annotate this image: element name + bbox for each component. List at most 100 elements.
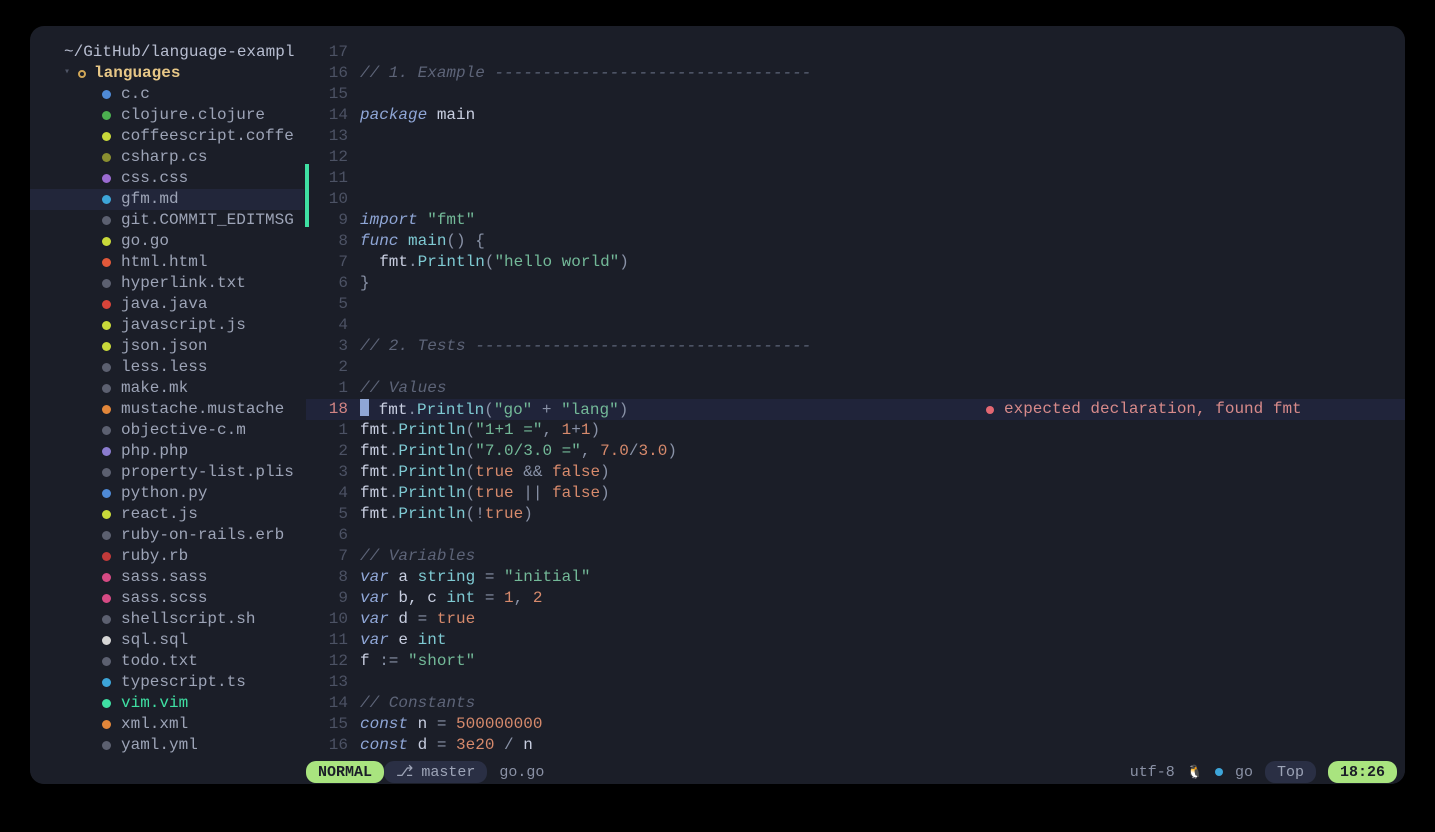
- code-line[interactable]: 16// 1. Example ------------------------…: [306, 63, 1405, 84]
- file-tree-item[interactable]: c.c: [30, 84, 304, 105]
- line-number: 1: [306, 378, 360, 399]
- file-tree-item[interactable]: json.json: [30, 336, 304, 357]
- code-line[interactable]: 1fmt.Println("1+1 =", 1+1): [306, 420, 1405, 441]
- file-tree-item-label: html.html: [121, 252, 207, 273]
- code-line[interactable]: 7// Variables: [306, 546, 1405, 567]
- file-type-dot-icon: [102, 300, 111, 309]
- code-line[interactable]: 14// Constants: [306, 693, 1405, 714]
- file-type-dot-icon: [102, 678, 111, 687]
- file-tree-item[interactable]: property-list.plis: [30, 462, 304, 483]
- code-line[interactable]: 13: [306, 672, 1405, 693]
- file-tree-item[interactable]: html.html: [30, 252, 304, 273]
- file-type-dot-icon: [102, 342, 111, 351]
- line-number: 12: [306, 147, 360, 168]
- error-dot-icon: [986, 406, 994, 414]
- code-line[interactable]: 15: [306, 84, 1405, 105]
- file-tree-item[interactable]: hyperlink.txt: [30, 273, 304, 294]
- sidebar-path: ~/GitHub/language-exampl: [30, 42, 304, 63]
- file-tree-item[interactable]: java.java: [30, 294, 304, 315]
- code-line[interactable]: 11var e int: [306, 630, 1405, 651]
- file-tree-item[interactable]: todo.txt: [30, 651, 304, 672]
- tree-root[interactable]: ▾ languages: [30, 63, 304, 84]
- file-tree-item[interactable]: typescript.ts: [30, 672, 304, 693]
- file-tree-item[interactable]: ruby-on-rails.erb: [30, 525, 304, 546]
- file-tree-item-label: sql.sql: [121, 630, 188, 651]
- file-tree-item[interactable]: php.php: [30, 441, 304, 462]
- code-line[interactable]: 3// 2. Tests ---------------------------…: [306, 336, 1405, 357]
- file-tree-item[interactable]: ruby.rb: [30, 546, 304, 567]
- file-tree-item[interactable]: javascript.js: [30, 315, 304, 336]
- file-tree-item[interactable]: yaml.yml: [30, 735, 304, 756]
- code-line[interactable]: 9var b, c int = 1, 2: [306, 588, 1405, 609]
- file-tree-item-label: typescript.ts: [121, 672, 246, 693]
- code-area[interactable]: 1716// 1. Example ----------------------…: [306, 26, 1405, 760]
- file-tree-item-label: xml.xml: [121, 714, 188, 735]
- file-tree-item-label: csharp.cs: [121, 147, 207, 168]
- file-type-dot-icon: [102, 363, 111, 372]
- code-line[interactable]: 2: [306, 357, 1405, 378]
- file-tree-item[interactable]: python.py: [30, 483, 304, 504]
- code-line[interactable]: 14package main: [306, 105, 1405, 126]
- code-content: fmt.Println("1+1 =", 1+1): [360, 420, 600, 441]
- code-line[interactable]: 5: [306, 294, 1405, 315]
- file-tree-item[interactable]: shellscript.sh: [30, 609, 304, 630]
- file-tree-item[interactable]: clojure.clojure: [30, 105, 304, 126]
- code-line[interactable]: 9import "fmt": [306, 210, 1405, 231]
- code-line[interactable]: 12: [306, 147, 1405, 168]
- code-line[interactable]: 4: [306, 315, 1405, 336]
- file-tree-item[interactable]: react.js: [30, 504, 304, 525]
- file-type-dot-icon: [102, 90, 111, 99]
- code-line[interactable]: 1// Values: [306, 378, 1405, 399]
- file-type-dot-icon: [102, 258, 111, 267]
- code-line[interactable]: 8var a string = "initial": [306, 567, 1405, 588]
- code-line[interactable]: 13: [306, 126, 1405, 147]
- code-line[interactable]: 10var d = true: [306, 609, 1405, 630]
- code-line[interactable]: 6: [306, 525, 1405, 546]
- status-time: 18:26: [1328, 761, 1397, 783]
- code-line[interactable]: 16const d = 3e20 / n: [306, 735, 1405, 756]
- file-tree-sidebar[interactable]: ~/GitHub/language-exampl ▾ languages c.c…: [30, 26, 306, 784]
- file-tree-item[interactable]: objective-c.m: [30, 420, 304, 441]
- file-tree-item[interactable]: make.mk: [30, 378, 304, 399]
- code-line[interactable]: 6}: [306, 273, 1405, 294]
- code-line[interactable]: 10: [306, 189, 1405, 210]
- line-number: 5: [306, 504, 360, 525]
- file-tree-item[interactable]: sass.scss: [30, 588, 304, 609]
- file-tree-item-label: ruby-on-rails.erb: [121, 525, 284, 546]
- code-line[interactable]: 15const n = 500000000: [306, 714, 1405, 735]
- editor-pane[interactable]: 1716// 1. Example ----------------------…: [306, 26, 1405, 784]
- file-tree-item[interactable]: vim.vim: [30, 693, 304, 714]
- code-content: // Constants: [360, 693, 475, 714]
- code-line[interactable]: 17: [306, 42, 1405, 63]
- line-number: 6: [306, 525, 360, 546]
- file-tree-item[interactable]: css.css: [30, 168, 304, 189]
- file-type-dot-icon: [102, 237, 111, 246]
- code-line[interactable]: 8func main() {: [306, 231, 1405, 252]
- file-tree-item[interactable]: git.COMMIT_EDITMSG: [30, 210, 304, 231]
- file-type-dot-icon: [102, 321, 111, 330]
- file-tree-item[interactable]: xml.xml: [30, 714, 304, 735]
- file-tree-item-label: clojure.clojure: [121, 105, 265, 126]
- code-line[interactable]: 12f := "short": [306, 651, 1405, 672]
- file-tree-item[interactable]: sass.sass: [30, 567, 304, 588]
- file-tree-item[interactable]: go.go: [30, 231, 304, 252]
- file-tree-item[interactable]: mustache.mustache: [30, 399, 304, 420]
- file-tree-item[interactable]: sql.sql: [30, 630, 304, 651]
- git-branch-segment[interactable]: ⎇ master: [384, 761, 487, 783]
- code-line[interactable]: 2fmt.Println("7.0/3.0 =", 7.0/3.0): [306, 441, 1405, 462]
- file-tree-item[interactable]: less.less: [30, 357, 304, 378]
- code-line[interactable]: 18 fmt.Println("go" + "lang")expected de…: [306, 399, 1405, 420]
- file-tree-item[interactable]: coffeescript.coffe: [30, 126, 304, 147]
- file-type-dot-icon: [102, 489, 111, 498]
- code-line[interactable]: 11: [306, 168, 1405, 189]
- file-type-dot-icon: [102, 216, 111, 225]
- code-line[interactable]: 4fmt.Println(true || false): [306, 483, 1405, 504]
- file-tree-item[interactable]: csharp.cs: [30, 147, 304, 168]
- line-number: 6: [306, 273, 360, 294]
- code-line[interactable]: 3fmt.Println(true && false): [306, 462, 1405, 483]
- file-type-dot-icon: [102, 573, 111, 582]
- code-line[interactable]: 7 fmt.Println("hello world"): [306, 252, 1405, 273]
- file-type-dot-icon: [102, 636, 111, 645]
- file-tree-item[interactable]: gfm.md: [30, 189, 304, 210]
- code-line[interactable]: 5fmt.Println(!true): [306, 504, 1405, 525]
